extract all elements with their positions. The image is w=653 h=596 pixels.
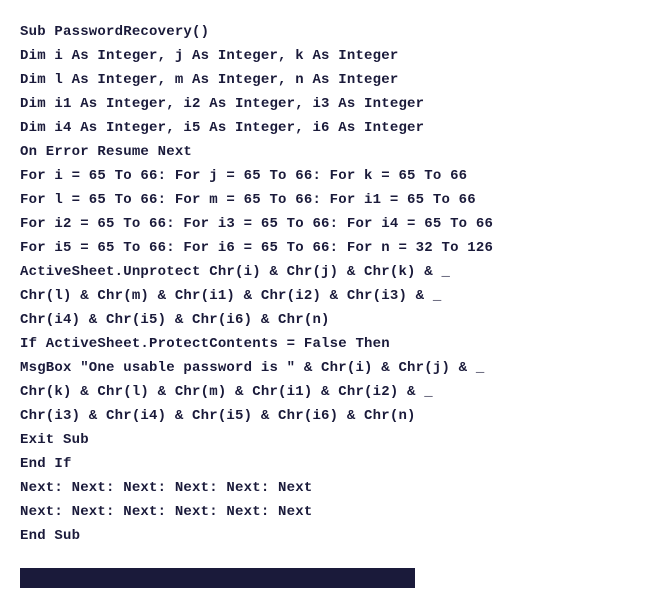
code-line: Next: Next: Next: Next: Next: Next bbox=[20, 500, 653, 524]
horizontal-bar bbox=[20, 568, 415, 588]
code-line: Exit Sub bbox=[20, 428, 653, 452]
code-line: Sub PasswordRecovery() bbox=[20, 20, 653, 44]
code-line: Chr(k) & Chr(l) & Chr(m) & Chr(i1) & Chr… bbox=[20, 380, 653, 404]
code-line: Chr(i4) & Chr(i5) & Chr(i6) & Chr(n) bbox=[20, 308, 653, 332]
code-line: End Sub bbox=[20, 524, 653, 548]
code-line: For l = 65 To 66: For m = 65 To 66: For … bbox=[20, 188, 653, 212]
code-line: Chr(i3) & Chr(i4) & Chr(i5) & Chr(i6) & … bbox=[20, 404, 653, 428]
code-line: If ActiveSheet.ProtectContents = False T… bbox=[20, 332, 653, 356]
code-line: Dim i4 As Integer, i5 As Integer, i6 As … bbox=[20, 116, 653, 140]
code-line: On Error Resume Next bbox=[20, 140, 653, 164]
code-line: For i = 65 To 66: For j = 65 To 66: For … bbox=[20, 164, 653, 188]
code-line: Next: Next: Next: Next: Next: Next bbox=[20, 476, 653, 500]
code-line: Dim i1 As Integer, i2 As Integer, i3 As … bbox=[20, 92, 653, 116]
code-line: Chr(l) & Chr(m) & Chr(i1) & Chr(i2) & Ch… bbox=[20, 284, 653, 308]
code-line: For i2 = 65 To 66: For i3 = 65 To 66: Fo… bbox=[20, 212, 653, 236]
code-line: MsgBox "One usable password is " & Chr(i… bbox=[20, 356, 653, 380]
code-line: End If bbox=[20, 452, 653, 476]
code-line: For i5 = 65 To 66: For i6 = 65 To 66: Fo… bbox=[20, 236, 653, 260]
code-line: ActiveSheet.Unprotect Chr(i) & Chr(j) & … bbox=[20, 260, 653, 284]
code-line: Dim i As Integer, j As Integer, k As Int… bbox=[20, 44, 653, 68]
code-block: Sub PasswordRecovery() Dim i As Integer,… bbox=[20, 20, 653, 548]
code-line: Dim l As Integer, m As Integer, n As Int… bbox=[20, 68, 653, 92]
